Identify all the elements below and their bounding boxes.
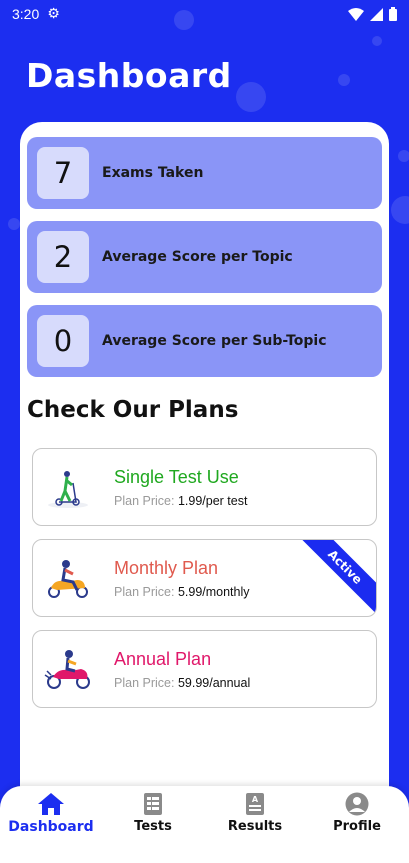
stat-label: Exams Taken: [102, 165, 204, 181]
battery-icon: [389, 7, 397, 21]
plan-price-value: 59.99/annual: [177, 676, 251, 690]
stat-value: 0: [37, 315, 89, 367]
document-list-icon: [144, 793, 162, 815]
plan-name: Single Test Use: [114, 467, 239, 487]
stat-card-exams-taken[interactable]: 7 Exams Taken: [27, 137, 382, 209]
plan-price-value: 1.99/per test: [177, 494, 248, 508]
background-bubble: [398, 150, 409, 162]
background-bubble: [391, 196, 409, 224]
stat-label: Average Score per Sub-Topic: [102, 333, 327, 349]
background-bubble: [372, 36, 382, 46]
bottom-navigation: Dashboard Tests A Results Profile: [0, 786, 409, 846]
status-bar: 3:20 ⚙: [0, 0, 409, 28]
plan-price-value: 5.99/monthly: [177, 585, 250, 599]
nav-label: Tests: [134, 819, 172, 834]
stat-label: Average Score per Topic: [102, 249, 293, 265]
nav-tests[interactable]: Tests: [103, 792, 203, 834]
status-time: 3:20: [12, 6, 40, 22]
stat-card-average-score-topic[interactable]: 2 Average Score per Topic: [27, 221, 382, 293]
plan-card-single-test[interactable]: Single Test Use Plan Price: 1.99/per tes…: [32, 448, 377, 526]
stat-value: 7: [37, 147, 89, 199]
plan-price-label: Plan Price:: [114, 676, 175, 690]
plans-heading: Check Our Plans: [27, 397, 239, 423]
cell-signal-icon: [370, 7, 383, 21]
background-bubble: [8, 218, 20, 230]
stat-card-average-score-subtopic[interactable]: 0 Average Score per Sub-Topic: [27, 305, 382, 377]
plan-name: Monthly Plan: [114, 558, 219, 578]
nav-label: Results: [227, 819, 283, 834]
moped-rider-icon: [48, 560, 88, 598]
plan-price-label: Plan Price:: [114, 494, 175, 508]
stat-value: 2: [37, 231, 89, 283]
active-badge: Active: [291, 540, 376, 616]
nav-dashboard[interactable]: Dashboard: [1, 792, 101, 835]
nav-results[interactable]: A Results: [205, 792, 305, 834]
nav-label: Dashboard: [8, 819, 94, 835]
system-navigation-bar: [0, 846, 409, 863]
plan-price: Plan Price: 59.99/annual: [114, 676, 250, 690]
background-bubble: [236, 82, 266, 112]
gear-icon: ⚙: [47, 6, 60, 22]
scooter-icon: [48, 471, 88, 508]
page-title: Dashboard: [26, 56, 232, 95]
svg-text:A: A: [252, 795, 259, 804]
wifi-icon: [348, 7, 364, 21]
plan-price: Plan Price: 1.99/per test: [114, 494, 247, 508]
user-avatar-icon: [345, 792, 369, 816]
nav-label: Profile: [333, 819, 381, 834]
plan-name: Annual Plan: [114, 649, 212, 669]
grade-report-icon: A: [246, 793, 264, 815]
home-icon: [38, 793, 64, 815]
plan-price: Plan Price: 5.99/monthly: [114, 585, 250, 599]
plan-card-monthly[interactable]: Monthly Plan Plan Price: 5.99/monthly Ac…: [32, 539, 377, 617]
nav-profile[interactable]: Profile: [307, 792, 407, 834]
motorbike-rider-icon: [44, 650, 90, 689]
plan-price-label: Plan Price:: [114, 585, 175, 599]
plan-card-annual[interactable]: Annual Plan Plan Price: 59.99/annual: [32, 630, 377, 708]
background-bubble: [338, 74, 350, 86]
